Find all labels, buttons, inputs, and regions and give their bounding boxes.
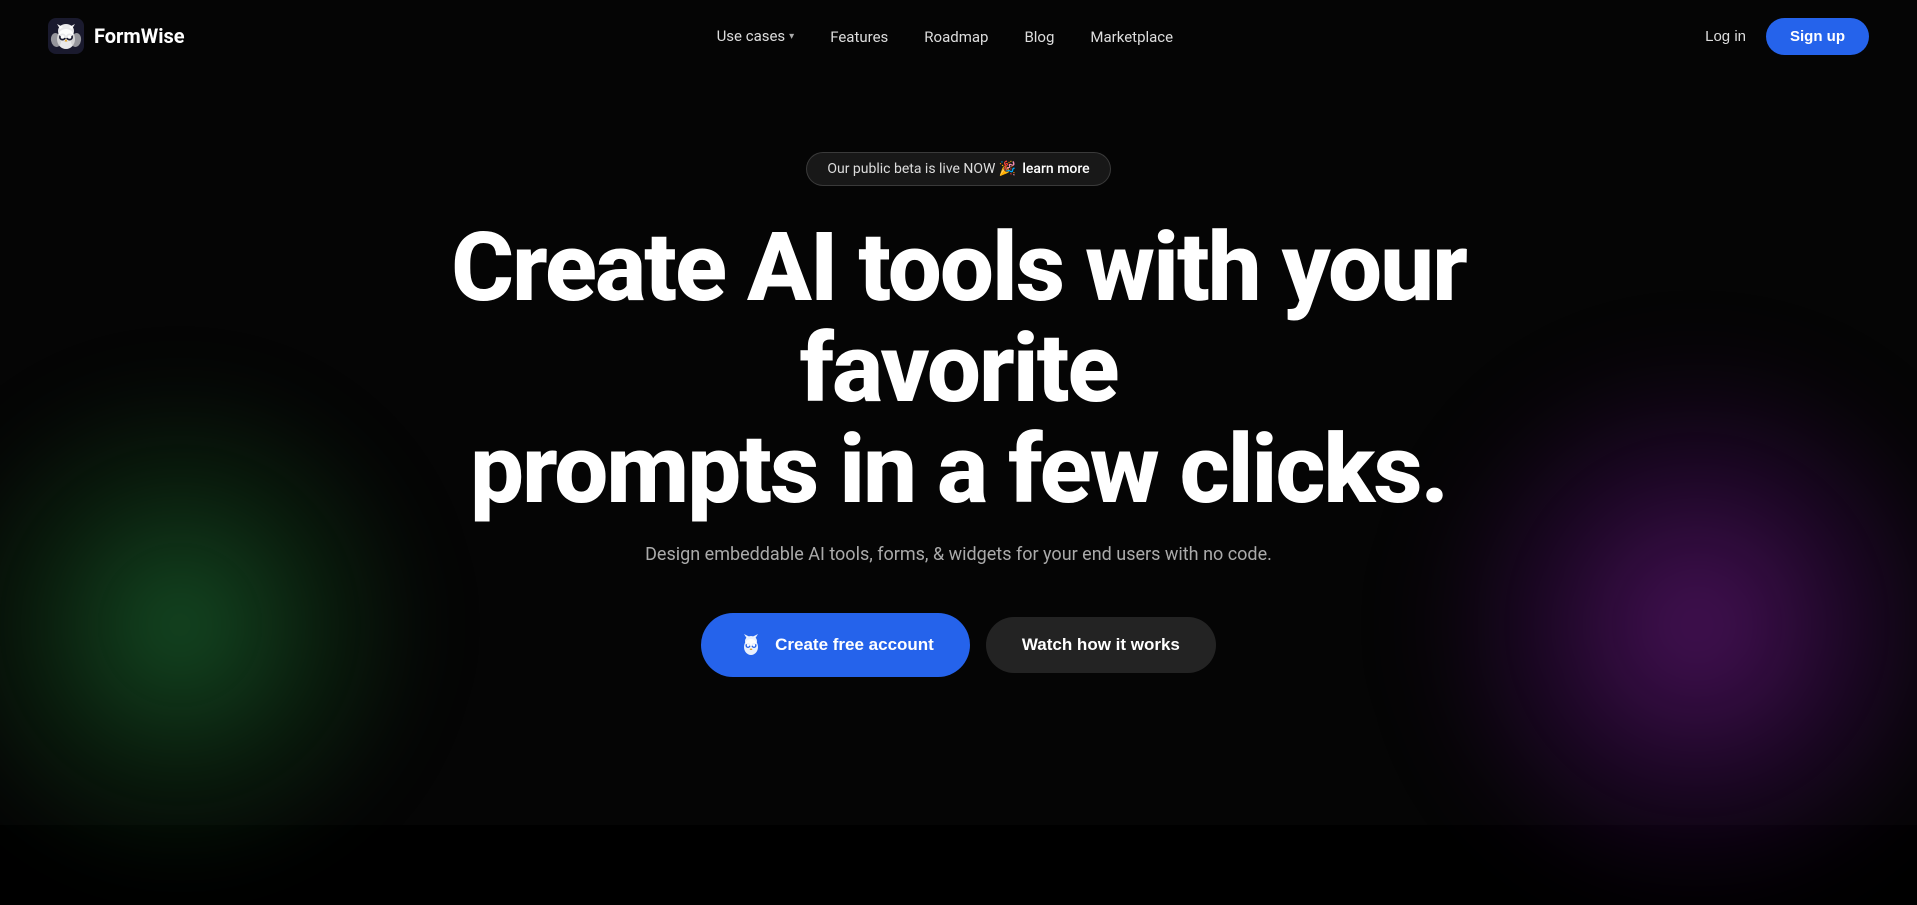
- login-button[interactable]: Log in: [1705, 28, 1746, 45]
- nav-item-use-cases[interactable]: Use cases ▾: [717, 27, 795, 45]
- hero-subheadline: Design embeddable AI tools, forms, & wid…: [645, 544, 1272, 565]
- create-account-button[interactable]: Create free account: [701, 613, 970, 677]
- beta-badge[interactable]: Our public beta is live NOW 🎉 learn more: [806, 152, 1110, 186]
- nav-actions: Log in Sign up: [1705, 18, 1869, 55]
- nav-item-features[interactable]: Features: [830, 28, 888, 46]
- logo-link[interactable]: FormWise: [48, 18, 185, 54]
- nav-item-roadmap[interactable]: Roadmap: [924, 28, 988, 46]
- nav-item-marketplace[interactable]: Marketplace: [1090, 28, 1173, 46]
- chevron-down-icon: ▾: [789, 31, 794, 42]
- learn-more-link[interactable]: learn more: [1022, 161, 1089, 177]
- owl-icon-button: [737, 631, 765, 659]
- hero-headline: Create AI tools with your favorite promp…: [309, 218, 1609, 520]
- hero-buttons: Create free account Watch how it works: [701, 613, 1216, 677]
- nav-item-blog[interactable]: Blog: [1024, 28, 1054, 46]
- hero-section: Our public beta is live NOW 🎉 learn more…: [0, 152, 1917, 677]
- beta-badge-text: Our public beta is live NOW 🎉: [827, 161, 1016, 177]
- logo-owl-icon: [48, 18, 84, 54]
- logo-text: FormWise: [94, 24, 185, 48]
- watch-how-button[interactable]: Watch how it works: [986, 617, 1216, 673]
- navbar: FormWise Use cases ▾ Features Roadmap Bl…: [0, 0, 1917, 72]
- signup-button[interactable]: Sign up: [1766, 18, 1869, 55]
- nav-links: Use cases ▾ Features Roadmap Blog Market…: [717, 27, 1174, 46]
